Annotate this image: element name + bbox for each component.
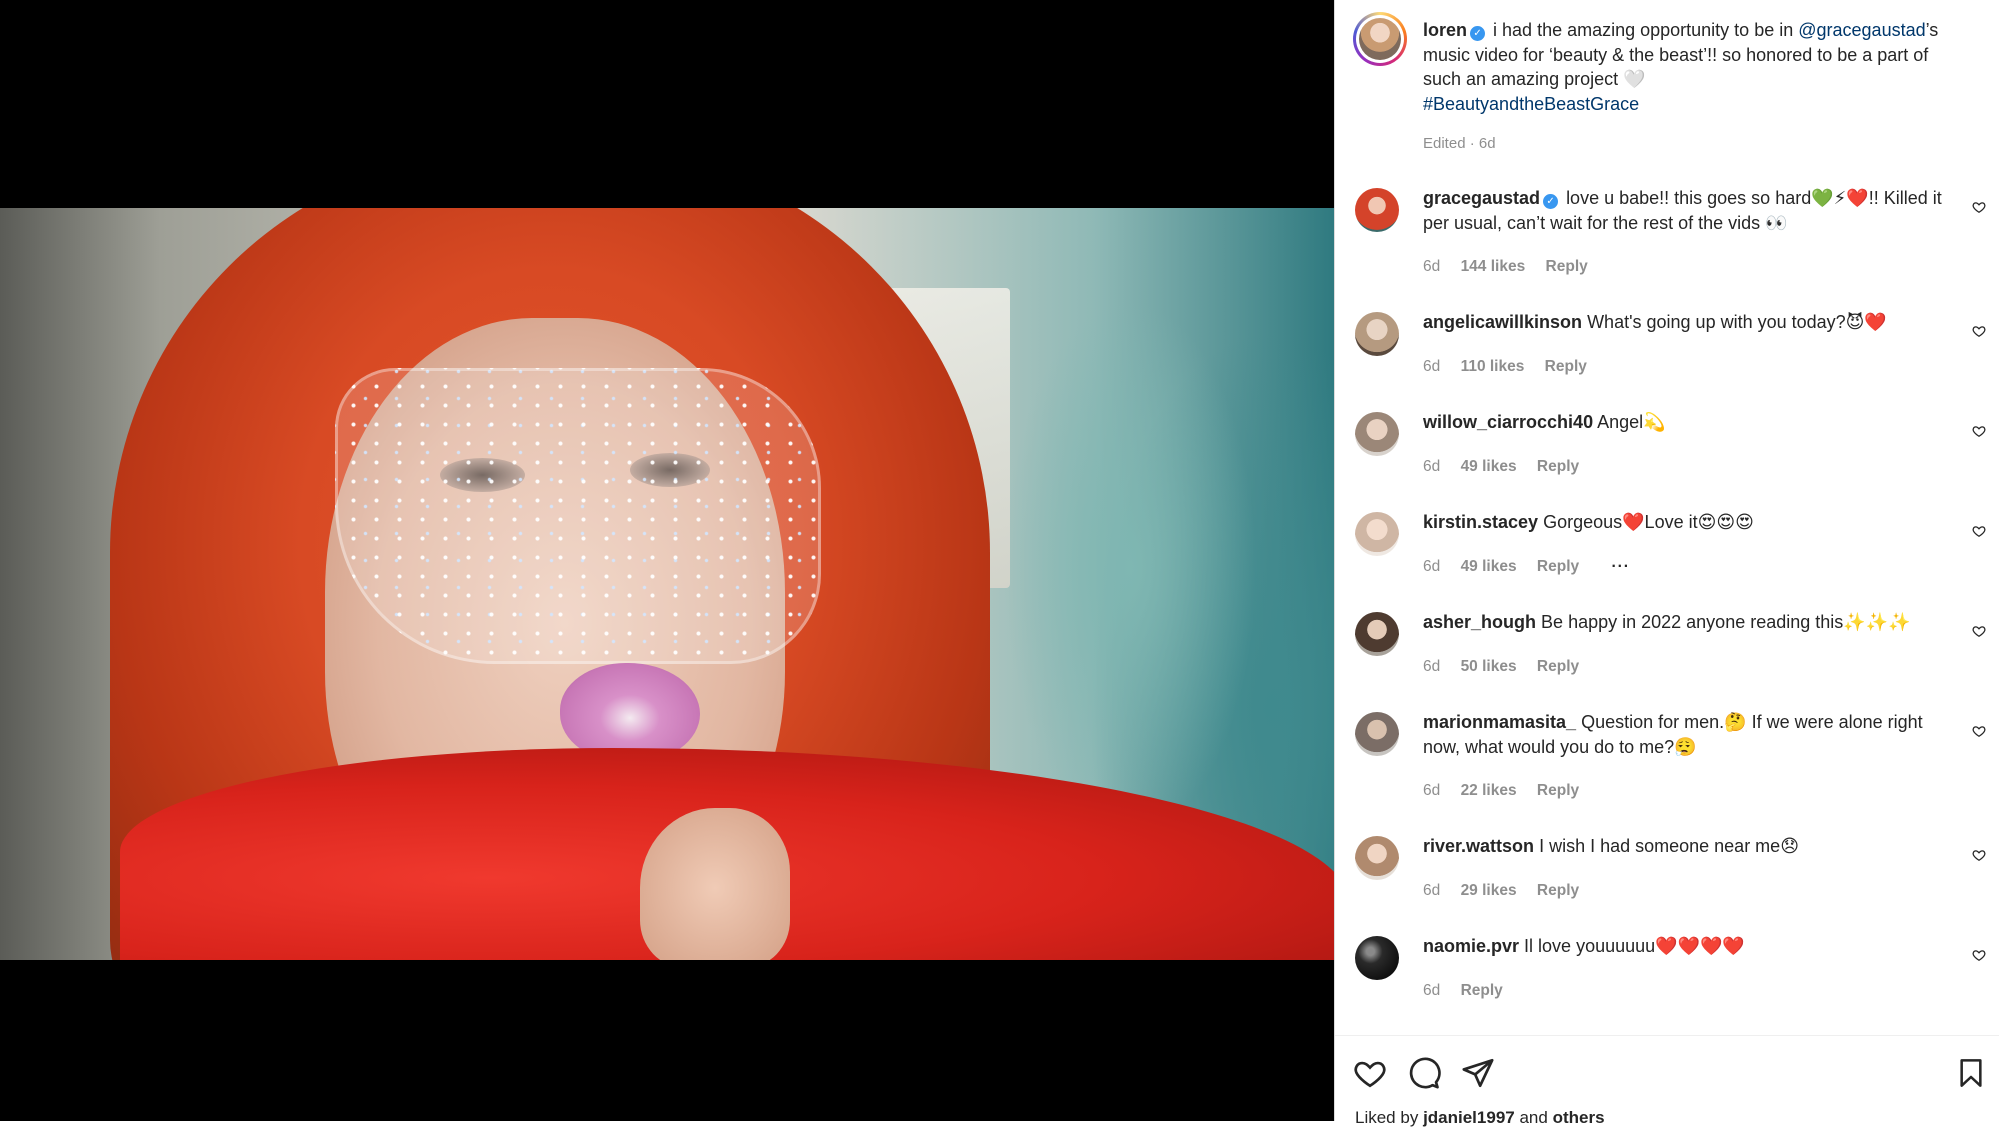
comment-text-block: marionmamasita_ Question for men.🤔 If we… [1423,710,1943,759]
comment-text-block: kirstin.stacey Gorgeous❤️Love it😍😍😍 [1423,510,1943,535]
comment-text: Il love youuuuuu❤️❤️❤️❤️ [1524,936,1745,956]
comment-text: What's going up with you today?😈❤️ [1587,312,1887,332]
hashtag-link[interactable]: #BeautyandtheBeastGrace [1423,94,1639,114]
comment-text-block: willow_ciarrocchi40 Angel💫 [1423,410,1943,435]
mention-link[interactable]: @gracegaustad [1798,20,1925,40]
comment-likes[interactable]: 29 likes [1461,882,1517,899]
comment-meta: 6d 22 likes Reply [1423,782,1595,800]
comment-meta: 6d 49 likes Reply [1423,458,1595,476]
reply-button[interactable]: Reply [1546,258,1588,275]
comment-time[interactable]: 6d [1423,258,1440,275]
comment-like-heart-icon[interactable] [1972,948,1986,962]
comment-text: I wish I had someone near me😞 [1539,836,1799,856]
liked-by-summary: Liked by jdaniel1997 and others [1355,1108,1605,1128]
caption-meta: Edited · 6d [1423,135,1496,152]
heart-icon[interactable] [1353,1056,1387,1090]
avatar[interactable] [1355,712,1399,756]
comment-likes[interactable]: 50 likes [1461,658,1517,675]
comment-like-heart-icon[interactable] [1972,848,1986,862]
comment-text: Be happy in 2022 anyone reading this✨✨✨ [1541,612,1911,632]
avatar[interactable] [1355,412,1399,456]
avatar[interactable] [1355,512,1399,556]
reply-button[interactable]: Reply [1537,658,1579,675]
comment-like-heart-icon[interactable] [1972,624,1986,638]
paper-plane-icon[interactable] [1461,1056,1495,1090]
comment-meta: 6d Reply [1423,982,1519,1000]
comment-time[interactable]: 6d [1423,358,1440,375]
comment-likes[interactable]: 49 likes [1461,558,1517,575]
comment-meta: 6d 49 likes Reply ··· [1423,558,1646,576]
liked-by-user[interactable]: jdaniel1997 [1423,1108,1515,1127]
liked-by-prefix: Liked by [1355,1108,1419,1127]
comment-username[interactable]: willow_ciarrocchi40 [1423,412,1593,432]
comment-like-heart-icon[interactable] [1972,324,1986,338]
comment-like-heart-icon[interactable] [1972,524,1986,538]
comment-username[interactable]: river.wattson [1423,836,1534,856]
post-sidebar: loren ✓ i had the amazing opportunity to … [1334,0,1999,1127]
avatar[interactable] [1355,612,1399,656]
comment-username[interactable]: kirstin.stacey [1423,512,1538,532]
comment-time[interactable]: 6d [1423,658,1440,675]
comment-username[interactable]: angelicawillkinson [1423,312,1582,332]
comment-likes[interactable]: 49 likes [1461,458,1517,475]
comment-text: Gorgeous❤️Love it😍😍😍 [1543,512,1754,532]
comment-likes[interactable]: 22 likes [1461,782,1517,799]
comment-meta: 6d 50 likes Reply [1423,658,1595,676]
avatar[interactable] [1355,312,1399,356]
comment-likes[interactable]: 110 likes [1461,358,1525,375]
comment-time[interactable]: 6d [1423,882,1440,899]
comment-likes[interactable]: 144 likes [1461,258,1526,275]
comment-text-block: angelicawillkinson What's going up with … [1423,310,1943,335]
verified-badge-icon: ✓ [1543,194,1559,209]
comment-meta: 6d 144 likes Reply [1423,258,1604,276]
comment-text-block: asher_hough Be happy in 2022 anyone read… [1423,610,1943,635]
comment-time[interactable]: 6d [1423,982,1440,999]
reply-button[interactable]: Reply [1545,358,1587,375]
more-options-icon[interactable]: ··· [1611,558,1630,575]
comment-like-heart-icon[interactable] [1972,424,1986,438]
comment-username[interactable]: naomie.pvr [1423,936,1519,956]
comment-time[interactable]: 6d [1423,782,1440,799]
comment-time[interactable]: 6d [1423,558,1440,575]
liked-by-others[interactable]: others [1553,1108,1605,1127]
comment-username[interactable]: asher_hough [1423,612,1536,632]
comment-text-block: gracegaustad ✓ love u babe!! this goes so… [1423,186,1943,235]
reply-button[interactable]: Reply [1537,882,1579,899]
comment-username[interactable]: gracegaustad [1423,188,1540,208]
avatar[interactable] [1355,936,1399,980]
hand [640,808,790,960]
comment-icon[interactable] [1407,1056,1441,1090]
video-frame[interactable] [0,208,1334,960]
comment-meta: 6d 110 likes Reply [1423,358,1603,376]
crystal-visor [335,368,821,664]
comment-meta: 6d 29 likes Reply [1423,882,1595,900]
avatar[interactable] [1355,836,1399,880]
comment-text-block: river.wattson I wish I had someone near … [1423,834,1943,859]
comment-text: Angel💫 [1597,412,1666,432]
comment-text-block: naomie.pvr Il love youuuuuu❤️❤️❤️❤️ [1423,934,1943,959]
caption-text: i had the amazing opportunity to be in [1493,20,1794,40]
post-caption: loren ✓ i had the amazing opportunity to … [1423,18,1953,116]
bookmark-icon[interactable] [1955,1056,1987,1090]
post-media[interactable] [0,0,1334,1121]
avatar[interactable] [1355,188,1399,232]
reply-button[interactable]: Reply [1537,458,1579,475]
reply-button[interactable]: Reply [1537,782,1579,799]
reply-button[interactable]: Reply [1461,982,1503,999]
liked-by-and: and [1519,1108,1548,1127]
comment-username[interactable]: marionmamasita_ [1423,712,1576,732]
reply-button[interactable]: Reply [1537,558,1579,575]
author-username[interactable]: loren [1423,20,1467,40]
verified-badge-icon: ✓ [1470,26,1486,41]
comment-time[interactable]: 6d [1423,458,1440,475]
comment-like-heart-icon[interactable] [1972,724,1986,738]
author-avatar[interactable] [1353,12,1407,66]
comment-like-heart-icon[interactable] [1972,200,1986,214]
